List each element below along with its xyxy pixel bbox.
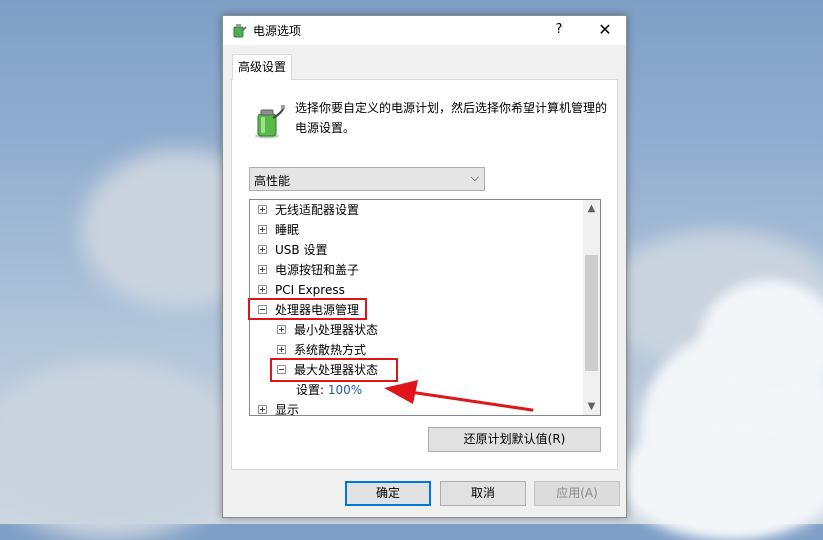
- tree-item-sleep[interactable]: 睡眠: [258, 220, 299, 240]
- restore-defaults-button[interactable]: 还原计划默认值(R): [428, 427, 601, 452]
- tree-item-power-buttons-lid[interactable]: 电源按钮和盖子: [258, 260, 359, 280]
- title-bar: 电源选项 ? ✕: [223, 16, 626, 45]
- expand-icon[interactable]: [258, 285, 267, 294]
- expand-icon[interactable]: [277, 345, 286, 354]
- cancel-button[interactable]: 取消: [440, 481, 526, 506]
- expand-icon[interactable]: [258, 205, 267, 214]
- battery-plan-icon: [255, 105, 285, 139]
- max-processor-state-setting[interactable]: 设置: 100%: [296, 380, 362, 400]
- tree-item-min-processor-state[interactable]: 最小处理器状态: [277, 320, 378, 340]
- scroll-up-arrow-icon[interactable]: ▲: [583, 200, 600, 217]
- tree-item-label: 电源按钮和盖子: [275, 263, 360, 277]
- power-plan-value: 高性能: [254, 174, 291, 188]
- tree-scrollbar[interactable]: ▲ ▼: [583, 200, 600, 415]
- close-button[interactable]: ✕: [593, 19, 617, 41]
- tree-item-usb-settings[interactable]: USB 设置: [258, 240, 327, 260]
- help-button[interactable]: ?: [549, 19, 569, 41]
- chevron-down-icon: ⌵: [470, 171, 479, 184]
- power-options-icon: [233, 24, 247, 38]
- highlight-box-processor-power-management: [248, 298, 367, 320]
- tree-item-pci-express[interactable]: PCI Express: [258, 280, 345, 300]
- tree-item-label: 无线适配器设置: [275, 203, 360, 217]
- tree-item-label: 显示: [275, 403, 300, 416]
- tree-item-label: USB 设置: [275, 243, 328, 257]
- scroll-down-arrow-icon[interactable]: ▼: [583, 398, 600, 415]
- highlight-box-max-processor-state: [270, 358, 398, 382]
- annotation-arrow-icon: [384, 380, 534, 412]
- window-title: 电源选项: [253, 24, 302, 38]
- plan-description: 选择你要自定义的电源计划，然后选择你希望计算机管理的电源设置。: [295, 101, 608, 135]
- tree-item-wireless-adapter[interactable]: 无线适配器设置: [258, 200, 359, 220]
- expand-icon[interactable]: [277, 325, 286, 334]
- expand-icon[interactable]: [258, 265, 267, 274]
- expand-icon[interactable]: [258, 225, 267, 234]
- power-options-dialog: 电源选项 ? ✕ 高级设置 选择你要自定义的电源计划，然后选择你希望计算机管理的…: [222, 15, 627, 518]
- tree-item-label: PCI Express: [275, 283, 345, 297]
- tree-item-label: 最小处理器状态: [294, 323, 379, 337]
- expand-icon[interactable]: [258, 245, 267, 254]
- scroll-thumb[interactable]: [585, 255, 598, 371]
- tree-item-display[interactable]: 显示: [258, 400, 300, 416]
- setting-label: 设置:: [296, 383, 325, 397]
- tree-item-label: 系统散热方式: [294, 343, 367, 357]
- expand-icon[interactable]: [258, 405, 267, 414]
- apply-button[interactable]: 应用(A): [534, 481, 620, 506]
- power-plan-select[interactable]: 高性能 ⌵: [249, 167, 485, 191]
- tab-advanced-settings[interactable]: 高级设置: [232, 54, 292, 80]
- tree-item-label: 睡眠: [275, 223, 300, 237]
- ok-button[interactable]: 确定: [345, 481, 431, 506]
- tree-item-system-cooling-policy[interactable]: 系统散热方式: [277, 340, 366, 360]
- setting-value-link[interactable]: 100%: [328, 383, 362, 397]
